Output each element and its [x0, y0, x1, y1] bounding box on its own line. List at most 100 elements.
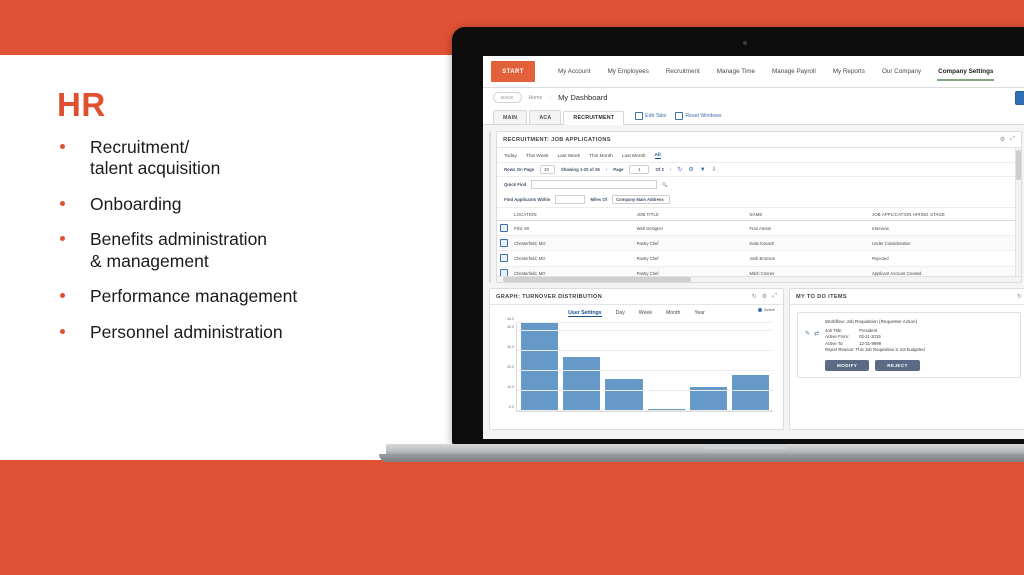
page-label: Page: [613, 167, 624, 172]
gear-icon[interactable]: ⚙: [688, 166, 693, 173]
tab-aca[interactable]: ACA: [529, 110, 562, 124]
tab-recruitment[interactable]: RECRUITMENT: [563, 110, 625, 125]
filter-last-week[interactable]: Last Week: [557, 154, 580, 159]
y-axis-tick: 30.0: [507, 345, 514, 349]
dashboard-row-top: QUICK LINKS ⚙ ⤢ My EmployeesEmployee Mai…: [489, 131, 1024, 283]
horizontal-scrollbar[interactable]: [497, 276, 1021, 282]
row-open-icon[interactable]: [497, 235, 512, 252]
nav-item-my-account[interactable]: My Account: [557, 58, 592, 85]
radius-filter-row: Find Applicants Within Miles Of Company …: [497, 192, 1021, 207]
table-row[interactable]: Chesterfield, MO Pastry Chef Katie Kovach U…: [497, 235, 1021, 252]
gridline: 0.0: [509, 405, 773, 411]
filter-all[interactable]: All: [654, 153, 661, 159]
field-value: President: [859, 328, 878, 333]
card-header: QUICK LINKS ⚙ ⤢: [490, 132, 491, 148]
miles-input[interactable]: [555, 195, 586, 204]
breadcrumb-home[interactable]: Home: [529, 95, 543, 101]
edit-tabs-button[interactable]: Edit Tabs: [635, 112, 666, 124]
modify-button[interactable]: MODIFY: [825, 359, 870, 371]
tab-week[interactable]: Week: [639, 310, 652, 317]
prev-page-icon[interactable]: ‹: [606, 167, 607, 172]
filter-icon[interactable]: ▼: [700, 167, 706, 173]
column-header[interactable]: NAME: [746, 208, 870, 221]
y-axis-tick: 44.0: [507, 317, 514, 321]
reject-button[interactable]: REJECT: [875, 359, 920, 371]
hr-text-block: HR Recruitment/talent acquisition Onboar…: [57, 87, 457, 357]
nav-item-company-settings[interactable]: Company Settings: [937, 58, 995, 85]
next-page-icon[interactable]: ›: [670, 167, 671, 172]
dashboard-row-bottom: GRAPH: TURNOVER DISTRIBUTION ↻ ⚙ ⤢ User …: [489, 288, 1024, 430]
tab-month[interactable]: Month: [666, 310, 680, 317]
start-button[interactable]: START: [491, 61, 535, 82]
refresh-icon[interactable]: ↻: [752, 293, 757, 300]
edit-tabs-label: Edit Tabs: [645, 113, 667, 119]
tab-main[interactable]: MAIN: [493, 110, 528, 124]
column-header[interactable]: JOB APPLICATION HIRING STAGE: [869, 208, 1021, 221]
bullet-text-4: Personnel administration: [90, 321, 283, 342]
search-icon[interactable]: 🔍: [662, 182, 667, 188]
refresh-icon[interactable]: ↻: [1017, 293, 1022, 300]
quick-links-card: QUICK LINKS ⚙ ⤢ My EmployeesEmployee Mai…: [489, 131, 492, 283]
bar[interactable]: [731, 375, 770, 411]
filter-this-month[interactable]: This Month: [589, 154, 613, 159]
bar[interactable]: [605, 379, 643, 411]
filter-last-month[interactable]: Last Month: [622, 154, 646, 159]
table-row[interactable]: Flint, MI Web Designer Fran Amato Interview: [497, 220, 1021, 237]
card-header: RECRUITMENT: JOB APPLICATIONS ⚙ ⤢: [497, 132, 1021, 148]
table-header-row: LOCATION JOB TITLE NAME JOB APPLICATION HIR…: [497, 208, 1021, 221]
refresh-icon[interactable]: ↻: [677, 166, 682, 173]
nav-item-recruitment[interactable]: Recruitment: [665, 58, 701, 85]
scrollbar-thumb[interactable]: [1015, 150, 1021, 180]
edit-icon[interactable]: ✎: [805, 330, 810, 337]
tab-user-settings[interactable]: User Settings: [568, 310, 602, 317]
table-cell: Katie Kovach: [746, 235, 870, 252]
row-open-icon[interactable]: [497, 250, 512, 267]
export-icon[interactable]: ⇩: [712, 166, 717, 173]
tab-year[interactable]: Year: [694, 310, 704, 317]
address-select[interactable]: Company Main Address: [612, 195, 670, 204]
card-body: Today This Week Last Week This Month Las…: [497, 148, 1021, 282]
shuffle-icon[interactable]: ⇄: [814, 330, 819, 337]
applications-table-wrap: LOCATION JOB TITLE NAME JOB APPLICATION HIR…: [497, 207, 1021, 282]
gridline: 20.0: [507, 365, 773, 371]
table-row[interactable]: Chesterfield, MO Pastry Chef Josh Bronson R…: [497, 250, 1021, 267]
bullet-dot-icon: [60, 143, 65, 149]
back-button[interactable]: BACK: [493, 92, 522, 103]
bar[interactable]: [563, 357, 601, 411]
vertical-scrollbar[interactable]: [1014, 148, 1021, 282]
rows-on-page-select[interactable]: 20: [540, 165, 555, 174]
field-reject-reason: Reject Reason: This Job Requisition is n…: [825, 347, 925, 353]
table-cell: Chesterfield, MO: [511, 235, 634, 252]
expand-icon[interactable]: ⤢: [1010, 136, 1015, 143]
expand-icon[interactable]: ⤢: [772, 293, 777, 300]
gear-icon[interactable]: ⚙: [1000, 136, 1005, 143]
filter-this-week[interactable]: This Week: [526, 154, 549, 159]
page-input[interactable]: 1: [629, 165, 650, 174]
reset-windows-button[interactable]: Reset Windows: [675, 112, 721, 124]
hr-bullet-list: Recruitment/talent acquisition Onboardin…: [57, 137, 457, 344]
todo-action-icons: ✎ ⇄: [805, 328, 819, 354]
column-header[interactable]: LOCATION: [511, 208, 634, 221]
list-item: Onboarding: [57, 194, 457, 216]
nav-item-manage-time[interactable]: Manage Time: [716, 58, 756, 85]
primary-action-button[interactable]: RE: [1015, 91, 1024, 105]
field-value: 12-31-9999: [859, 340, 882, 346]
column-header[interactable]: JOB TITLE: [633, 208, 747, 221]
laptop-screen: START My Account My Employees Recruitmen…: [483, 56, 1024, 439]
bottom-orange-band: [0, 460, 1024, 575]
bar[interactable]: [521, 323, 559, 411]
filter-today[interactable]: Today: [504, 154, 517, 159]
table-cell: Chesterfield, MO: [511, 250, 634, 267]
nav-item-my-reports[interactable]: My Reports: [832, 58, 866, 85]
nav-item-my-employees[interactable]: My Employees: [607, 58, 650, 85]
gear-icon[interactable]: ⚙: [762, 293, 767, 300]
tab-day[interactable]: Day: [616, 310, 625, 317]
nav-item-our-company[interactable]: Our Company: [881, 58, 922, 85]
row-open-icon[interactable]: [497, 220, 512, 237]
nav-item-manage-payroll[interactable]: Manage Payroll: [771, 58, 817, 85]
quick-find-input[interactable]: [531, 180, 658, 189]
scrollbar-thumb[interactable]: [503, 277, 692, 282]
grid-toolbar: Rows On Page 20 Showing 1-20 of 26 ‹ Pag…: [497, 162, 1021, 177]
card-body: User Settings Day Week Month Year Active: [490, 305, 783, 429]
quick-find-row: Quick Find 🔍: [497, 177, 1021, 192]
